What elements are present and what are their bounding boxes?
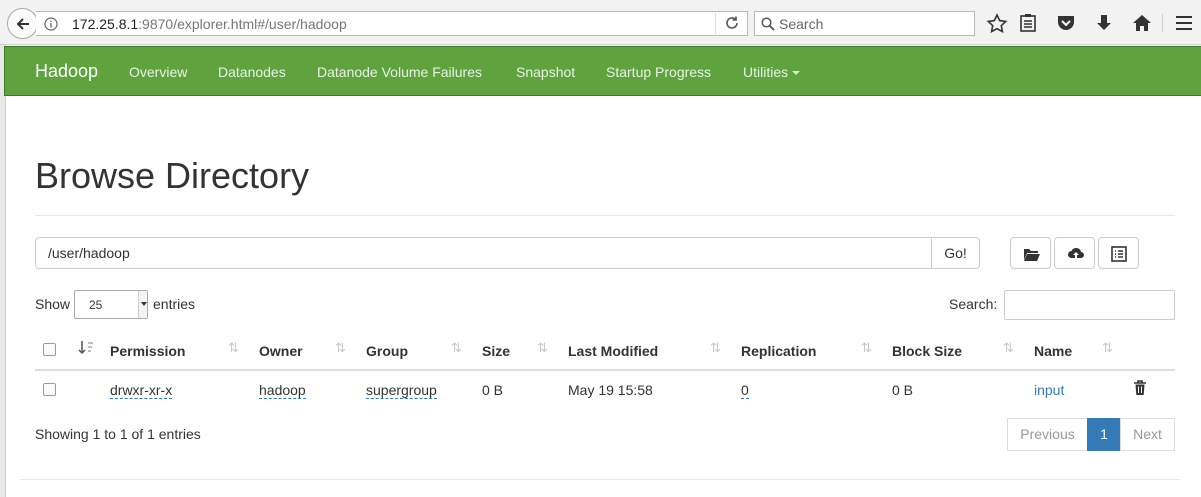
previous-page-button[interactable]: Previous [1007, 418, 1088, 451]
reload-icon [726, 16, 738, 29]
page-1-button[interactable]: 1 [1087, 418, 1121, 451]
navbar-brand[interactable]: Hadoop [35, 61, 98, 82]
browser-search-input[interactable] [779, 14, 969, 33]
nav-utilities[interactable]: Utilities [743, 64, 801, 80]
url-text[interactable]: 172.25.8.1:9870/explorer.html#/user/hado… [72, 16, 347, 32]
column-header-last-modified[interactable]: Last Modified [568, 343, 658, 359]
cell-block-size: 0 B [892, 382, 914, 398]
back-arrow-icon [16, 18, 29, 30]
title-divider [35, 215, 1175, 216]
upload-files-button[interactable] [1054, 237, 1095, 269]
search-icon [761, 17, 775, 31]
window-edge [0, 45, 6, 497]
reading-list-icon[interactable] [1017, 13, 1039, 33]
url-host: 172.25.8.1 [72, 16, 139, 32]
sort-arrows-icon[interactable]: ⇅ [1102, 340, 1113, 356]
nav-overview[interactable]: Overview [129, 64, 187, 80]
sort-arrows-icon[interactable]: ⇅ [1003, 340, 1014, 356]
folder-open-icon [1024, 249, 1040, 261]
go-button[interactable]: Go! [931, 237, 980, 269]
column-header-owner[interactable]: Owner [259, 343, 303, 359]
cell-replication[interactable]: 0 [741, 382, 749, 399]
browser-search-box[interactable] [754, 11, 975, 36]
column-header-replication[interactable]: Replication [741, 343, 816, 359]
column-header-block-size[interactable]: Block Size [892, 343, 962, 359]
nav-datanode-volume-failures[interactable]: Datanode Volume Failures [317, 64, 482, 80]
create-directory-button[interactable] [1010, 237, 1051, 269]
sort-arrows-icon[interactable]: ⇅ [335, 340, 346, 356]
bookmark-star-icon[interactable] [986, 13, 1008, 33]
toolbar-separator [1162, 14, 1163, 32]
reload-button[interactable] [715, 13, 747, 34]
column-header-size[interactable]: Size [482, 343, 510, 359]
browser-toolbar: 172.25.8.1:9870/explorer.html#/user/hado… [0, 0, 1201, 45]
nav-utilities-label: Utilities [743, 64, 789, 80]
pocket-icon[interactable] [1055, 13, 1077, 33]
table-info: Showing 1 to 1 of 1 entries [35, 426, 201, 442]
menu-icon[interactable] [1173, 13, 1195, 33]
cloud-upload-icon [1068, 247, 1084, 260]
entries-label: entries [153, 296, 196, 312]
home-icon[interactable] [1131, 13, 1153, 33]
dropdown-arrow-icon [138, 291, 147, 318]
sort-arrows-icon[interactable]: ⇅ [537, 340, 548, 356]
directory-path-input[interactable] [35, 237, 932, 269]
sort-arrows-icon[interactable]: ⇅ [228, 340, 239, 356]
table-search-input[interactable] [1004, 290, 1175, 320]
row-checkbox[interactable] [43, 383, 56, 396]
info-icon[interactable] [44, 17, 58, 31]
trash-icon[interactable] [1133, 380, 1147, 396]
footer-divider [20, 479, 1180, 480]
address-bar[interactable]: 172.25.8.1:9870/explorer.html#/user/hado… [36, 11, 748, 36]
next-page-button[interactable]: Next [1120, 418, 1175, 451]
column-header-name[interactable]: Name [1034, 343, 1072, 359]
table-header-rule [35, 369, 1175, 371]
url-path: :9870/explorer.html#/user/hadoop [138, 16, 347, 32]
entries-per-page-value: 25 [89, 298, 103, 312]
sort-arrows-icon[interactable]: ⇅ [861, 340, 872, 356]
cell-group[interactable]: supergroup [366, 382, 437, 399]
navbar: Hadoop Overview Datanodes Datanode Volum… [4, 46, 1201, 96]
cell-size: 0 B [482, 382, 504, 398]
table-search-label: Search: [949, 296, 998, 312]
cut-paste-button[interactable] [1098, 237, 1139, 269]
cell-permission[interactable]: drwxr-xr-x [110, 382, 173, 399]
show-label: Show [35, 296, 71, 312]
select-all-checkbox[interactable] [43, 343, 56, 356]
sort-arrows-icon[interactable]: ⇅ [451, 340, 462, 356]
nav-startup-progress[interactable]: Startup Progress [606, 64, 711, 80]
cell-last-modified: May 19 15:58 [568, 382, 653, 398]
list-alt-icon [1111, 246, 1127, 262]
cell-name-link[interactable]: input [1034, 382, 1064, 398]
column-header-group[interactable]: Group [366, 343, 408, 359]
sort-icon[interactable] [78, 340, 94, 356]
sort-arrows-icon[interactable]: ⇅ [710, 340, 721, 356]
caret-down-icon [792, 71, 801, 76]
page-title: Browse Directory [35, 155, 310, 196]
entries-per-page-select[interactable]: 25 [74, 290, 148, 319]
back-button[interactable] [7, 8, 38, 39]
column-header-permission[interactable]: Permission [110, 343, 185, 359]
download-icon[interactable] [1093, 13, 1115, 33]
nav-snapshot[interactable]: Snapshot [516, 64, 575, 80]
cell-owner[interactable]: hadoop [259, 382, 306, 399]
nav-datanodes[interactable]: Datanodes [218, 64, 286, 80]
